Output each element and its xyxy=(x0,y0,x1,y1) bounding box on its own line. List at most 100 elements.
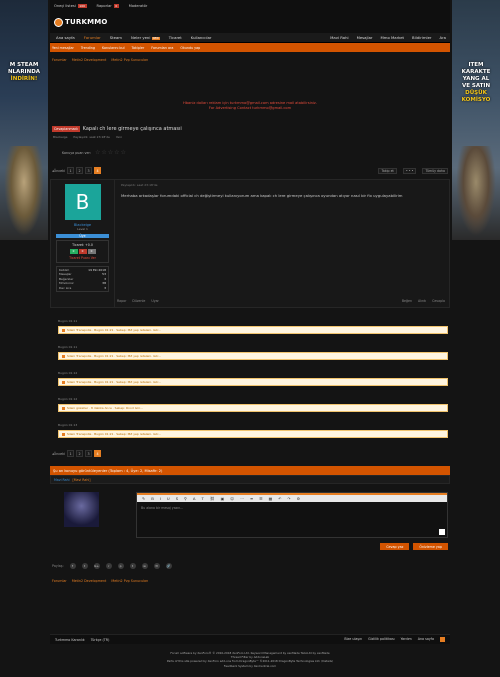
deleted-notice-text[interactable]: Sileni Transpolle · Bugün 01:21 · Sebep:… xyxy=(67,432,161,436)
tumblr-icon[interactable]: t xyxy=(129,563,136,569)
edit-link[interactable]: Düzenle xyxy=(132,299,145,303)
subnav-item[interactable]: Takipler xyxy=(132,46,145,50)
subnav-item[interactable]: Okundu yap xyxy=(180,46,200,50)
pager-page-current[interactable]: 4 xyxy=(94,450,102,457)
warn-link[interactable]: Uyar xyxy=(151,299,158,303)
thread-date[interactable]: Paylaşıldı: saat 23:18'de xyxy=(73,135,109,139)
undo-icon[interactable]: ↶ xyxy=(278,496,281,501)
pager-page-current[interactable]: 4 xyxy=(94,167,102,174)
twitter-icon[interactable]: t xyxy=(81,563,88,569)
reply-button[interactable]: Cevapla xyxy=(432,299,445,303)
star-icon[interactable]: ☆ xyxy=(101,149,106,156)
nav-forums[interactable]: Forumlar xyxy=(84,35,101,40)
subnav-item[interactable]: Forumları ara xyxy=(151,46,173,50)
trade-rate-link[interactable]: Ticaret Puanı Ver xyxy=(59,256,106,260)
language-chooser[interactable]: Türkçe (TR) xyxy=(91,638,110,642)
staff-item[interactable]: Oneçi listesi 100 xyxy=(54,3,87,8)
comment-time[interactable]: Bugün 01:11 xyxy=(58,345,77,349)
bold-icon[interactable]: B xyxy=(151,496,154,501)
subnav-item[interactable]: Konularını bul xyxy=(102,46,125,50)
thread-tag[interactable]: Yeni xyxy=(116,135,122,139)
pager-page[interactable]: 3 xyxy=(85,167,93,174)
footer-link[interactable]: Yardım xyxy=(401,637,412,642)
thread-author[interactable]: Blackeige xyxy=(53,135,67,139)
star-icon[interactable]: ☆ xyxy=(114,149,119,156)
pager-prev[interactable]: ◂Önceki xyxy=(52,169,65,173)
color-icon[interactable]: ⚲ xyxy=(184,496,187,501)
star-icon[interactable]: ☆ xyxy=(95,149,100,156)
google-plus-icon[interactable]: G+ xyxy=(93,563,100,569)
redo-icon[interactable]: ↷ xyxy=(287,496,290,501)
table-icon[interactable]: ▦ xyxy=(269,496,273,501)
breadcrumb-item[interactable]: Metin2 Pvp Sunucuları xyxy=(111,58,148,62)
more-icon[interactable]: ⋯ xyxy=(240,496,244,501)
italic-icon[interactable]: I xyxy=(160,496,161,501)
comment-time[interactable]: Bugün 01:12 xyxy=(58,397,77,401)
comment-time[interactable]: Bugün 01:12 xyxy=(58,371,77,375)
facebook-icon[interactable]: f xyxy=(69,563,76,569)
whatsapp-icon[interactable]: w xyxy=(141,563,148,569)
nav-home[interactable]: Ana sayfa xyxy=(56,35,75,40)
clear-format-icon[interactable]: ✎ xyxy=(142,496,145,501)
staff-item[interactable]: Raporlar 0 xyxy=(97,3,119,8)
list-icon[interactable]: ☰ xyxy=(259,496,262,501)
align-icon[interactable]: ≡ xyxy=(250,496,253,501)
pager-page[interactable]: 1 xyxy=(67,167,75,174)
logo[interactable]: TURKMMO xyxy=(65,18,108,26)
breadcrumb-item[interactable]: Forumlar xyxy=(52,579,67,583)
preview-button[interactable]: Önizleme yap xyxy=(413,543,448,550)
viewer-name[interactable]: [Mavi Rahi] xyxy=(73,478,91,482)
reply-textarea[interactable]: Bu alana bir mesaj yazın... xyxy=(137,502,447,537)
report-link[interactable]: Rapor xyxy=(117,299,126,303)
pager-page[interactable]: 1 xyxy=(67,450,75,457)
footer-link[interactable]: Ana sayfa xyxy=(418,637,434,642)
nav-alerts[interactable]: Bildirimler xyxy=(412,35,431,40)
comment-time[interactable]: Bugün 01:13 xyxy=(58,423,77,427)
nav-steam[interactable]: Steam xyxy=(110,35,122,40)
watch-button[interactable]: Takip et xyxy=(378,167,397,174)
subnav-item[interactable]: Trending xyxy=(81,46,95,50)
star-icon[interactable]: ☆ xyxy=(108,149,113,156)
deleted-notice-text[interactable]: Sileni Transpolle · Bugün 01:21 · Sebep:… xyxy=(67,354,161,358)
email-icon[interactable]: ✉ xyxy=(153,563,160,569)
pager-page[interactable]: 3 xyxy=(85,450,93,457)
post-reply-button[interactable]: Cevap yaz xyxy=(380,543,410,550)
nav-account[interactable]: Mavi Rahi xyxy=(330,35,348,40)
breadcrumb-item[interactable]: Metin2 Development xyxy=(72,579,107,583)
nav-members[interactable]: Kullanıcılar xyxy=(191,35,212,40)
deleted-notice-text[interactable]: Sileni Transpolle · Bugün 01:21 · Sebep:… xyxy=(67,380,161,384)
subnav-item[interactable]: Yeni mesajlar xyxy=(52,46,74,50)
avatar[interactable]: B xyxy=(64,184,101,220)
resize-handle[interactable] xyxy=(439,529,445,535)
like-button[interactable]: Beğen xyxy=(402,299,412,303)
nav-whats-new[interactable]: Neler yeni NEW xyxy=(131,35,160,40)
strike-icon[interactable]: S xyxy=(176,496,178,501)
breadcrumb-item[interactable]: Forumlar xyxy=(52,58,67,62)
reply-avatar[interactable] xyxy=(64,492,99,527)
nav-messages[interactable]: Mesajlar xyxy=(357,35,373,40)
rss-icon[interactable] xyxy=(440,637,445,642)
viewer-name[interactable]: Mavi Rahi xyxy=(54,478,70,482)
more-button[interactable]: • • • xyxy=(402,167,417,174)
reddit-icon[interactable]: r xyxy=(105,563,112,569)
smilie-icon[interactable]: ☺ xyxy=(230,496,234,501)
breadcrumb-item[interactable]: Metin2 Development xyxy=(72,58,107,62)
style-chooser[interactable]: Turkmmo Karanlık xyxy=(55,638,85,642)
staff-item[interactable]: Moderatör xyxy=(129,4,148,8)
link-icon[interactable]: ⛓ xyxy=(210,496,215,501)
pager-page[interactable]: 2 xyxy=(76,450,84,457)
pager-prev[interactable]: ◂Önceki xyxy=(52,452,65,456)
nav-mmo-market[interactable]: Mmo Market xyxy=(380,35,404,40)
quote-button[interactable]: Alıntı xyxy=(418,299,426,303)
underline-icon[interactable]: U xyxy=(167,496,170,501)
nav-trade[interactable]: Ticaret xyxy=(169,35,182,40)
size-icon[interactable]: T xyxy=(202,496,204,501)
deleted-notice-text[interactable]: Sileni Transpolle · Bugün 01:21 · Sebep:… xyxy=(67,328,161,332)
image-icon[interactable]: ▣ xyxy=(221,496,225,501)
gear-icon[interactable]: ⚙ xyxy=(297,496,300,501)
font-icon[interactable]: A xyxy=(193,496,196,501)
deleted-notice-text[interactable]: Sileni güzeller · 8 dakika önce · Sebep:… xyxy=(67,406,143,410)
link-share-icon[interactable]: 🔗 xyxy=(165,563,172,569)
footer-link[interactable]: Bize ulaşın xyxy=(344,637,362,642)
breadcrumb-item[interactable]: Metin2 Pvp Sunucuları xyxy=(111,579,148,583)
